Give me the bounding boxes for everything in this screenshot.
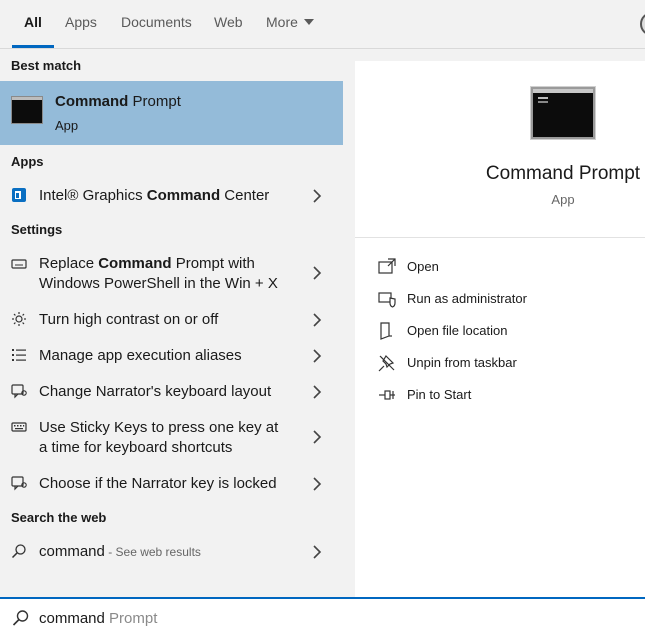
- section-search-web: Search the web: [11, 510, 107, 525]
- chevron-right-icon: [311, 477, 323, 493]
- list-item-label: command - See web results: [39, 542, 289, 562]
- command-prompt-icon: [11, 96, 43, 124]
- narrator-icon: [11, 383, 27, 399]
- action-label: Open file location: [407, 323, 508, 338]
- web-suffix: - See web results: [104, 545, 201, 559]
- pin-icon: [377, 385, 397, 405]
- list-item-label: Turn high contrast on or off: [39, 311, 219, 328]
- list-item-high-contrast[interactable]: Turn high contrast on or off: [0, 309, 343, 329]
- section-best-match: Best match: [11, 58, 82, 73]
- best-match-item[interactable]: Command Prompt App: [0, 81, 343, 145]
- action-label: Open: [407, 259, 439, 274]
- chevron-right-icon: [311, 385, 323, 401]
- tab-web[interactable]: Web: [214, 0, 243, 48]
- label-pre: Replace: [39, 255, 99, 272]
- chevron-down-icon: [303, 19, 314, 25]
- best-match-title: Command Prompt: [55, 93, 181, 110]
- action-unpin-from-taskbar[interactable]: Unpin from taskbar: [377, 351, 637, 375]
- results-list: Best match Command Prompt App Apps Intel…: [0, 49, 343, 597]
- chevron-right-icon: [311, 545, 323, 561]
- label-post: Center: [220, 187, 270, 204]
- tab-apps[interactable]: Apps: [65, 0, 97, 48]
- list-item-narrator-key-locked[interactable]: Choose if the Narrator key is locked: [0, 473, 343, 493]
- unpin-icon: [377, 353, 397, 373]
- search-filter-tabs: All Apps Documents Web More: [0, 0, 645, 49]
- list-item-intel-graphics[interactable]: Intel® Graphics Command Center: [0, 185, 343, 205]
- details-pane: Command Prompt App Open Run as administr…: [355, 61, 645, 597]
- tab-documents[interactable]: Documents: [121, 0, 192, 48]
- label-bold: Command: [146, 187, 221, 204]
- list-item-label: Use Sticky Keys to press one key at a ti…: [39, 419, 279, 456]
- tab-more[interactable]: More: [266, 0, 314, 48]
- details-type: App: [551, 192, 575, 207]
- list-item-label: Change Narrator's keyboard layout: [39, 383, 272, 400]
- web-query: command: [39, 543, 105, 560]
- list-item-label: Replace Command Prompt with Windows Powe…: [39, 254, 289, 294]
- search-icon: [12, 609, 30, 627]
- shield-icon: [377, 289, 397, 309]
- search-suggestion: Prompt: [104, 610, 158, 627]
- keyboard-icon: [11, 256, 27, 272]
- search-icon: [11, 543, 27, 559]
- brightness-icon: [11, 311, 27, 327]
- chevron-right-icon: [311, 189, 323, 205]
- list-item-narrator-keyboard-layout[interactable]: Change Narrator's keyboard layout: [0, 381, 343, 401]
- action-open[interactable]: Open: [377, 255, 637, 279]
- list-item-sticky-keys[interactable]: Use Sticky Keys to press one key at a ti…: [0, 417, 343, 457]
- tab-all[interactable]: All: [12, 0, 54, 48]
- command-prompt-icon: [531, 87, 595, 139]
- search-box[interactable]: command Prompt: [0, 597, 645, 636]
- action-open-file-location[interactable]: Open file location: [377, 319, 637, 343]
- section-apps: Apps: [11, 154, 44, 169]
- chevron-right-icon: [311, 349, 323, 365]
- avatar[interactable]: [640, 12, 645, 36]
- best-match-title-rest: Prompt: [128, 93, 181, 110]
- best-match-title-bold: Command: [55, 93, 129, 110]
- narrator-icon: [11, 475, 27, 491]
- tab-more-label: More: [266, 14, 298, 30]
- list-item-label: Intel® Graphics Command Center: [39, 186, 289, 206]
- open-icon: [377, 257, 397, 277]
- action-pin-to-start[interactable]: Pin to Start: [377, 383, 637, 407]
- label-bold: Command: [98, 255, 172, 272]
- details-title: Command Prompt: [485, 163, 641, 184]
- file-location-icon: [377, 321, 397, 341]
- list-icon: [11, 347, 27, 363]
- list-item-app-execution-aliases[interactable]: Manage app execution aliases: [0, 345, 343, 365]
- intel-graphics-icon: [11, 187, 27, 203]
- search-typed-text: command: [39, 610, 105, 627]
- chevron-right-icon: [311, 266, 323, 282]
- chevron-right-icon: [311, 430, 323, 446]
- section-settings: Settings: [11, 222, 63, 237]
- chevron-right-icon: [311, 313, 323, 329]
- list-item-web-search[interactable]: command - See web results: [0, 541, 343, 561]
- action-label: Pin to Start: [407, 387, 472, 402]
- divider: [355, 237, 645, 238]
- action-run-as-administrator[interactable]: Run as administrator: [377, 287, 637, 311]
- list-item-label: Choose if the Narrator key is locked: [39, 475, 277, 492]
- action-label: Run as administrator: [407, 291, 527, 306]
- list-item-label: Manage app execution aliases: [39, 347, 242, 364]
- list-item-replace-command-prompt[interactable]: Replace Command Prompt with Windows Powe…: [0, 253, 343, 293]
- label-pre: Intel® Graphics: [39, 187, 147, 204]
- keyboard-icon: [11, 419, 27, 435]
- best-match-subtitle: App: [55, 118, 79, 133]
- action-label: Unpin from taskbar: [407, 355, 517, 370]
- search-input[interactable]: command Prompt: [39, 610, 157, 627]
